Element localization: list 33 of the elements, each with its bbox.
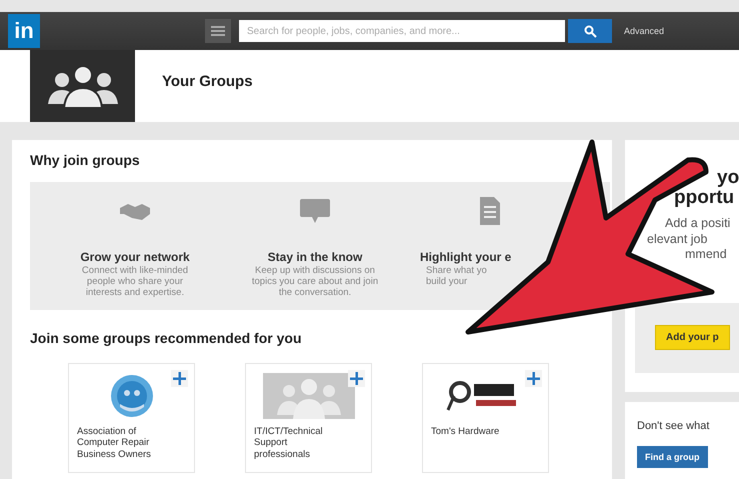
add-icon[interactable] <box>171 370 188 387</box>
menu-icon[interactable] <box>205 19 231 43</box>
section-title: Join some groups recommended for you <box>30 330 302 346</box>
group-card[interactable]: Association of Computer Repair Business Owners <box>68 363 195 473</box>
page-title: Your Groups <box>162 72 253 90</box>
prompt-text: Don't see what <box>637 420 710 432</box>
benefit-title: Stay in the know <box>268 250 362 264</box>
benefit-title: Grow your network <box>80 250 190 264</box>
search-button[interactable] <box>568 19 612 43</box>
group-card[interactable]: Tom's Hardware <box>422 363 549 473</box>
search-icon <box>584 24 596 38</box>
sidebar-heading: yo pportu <box>673 168 739 208</box>
people-icon <box>262 373 354 419</box>
group-card[interactable]: IT/ICT/Technical Support professionals <box>245 363 372 473</box>
advanced-link[interactable]: Advanced <box>624 26 664 36</box>
add-icon[interactable] <box>348 370 365 387</box>
checklist-icon <box>480 196 500 226</box>
benefit-title: Highlight your e <box>420 250 512 264</box>
benefit-description: Keep up with discussions on topics you care about and join the conversation. <box>252 266 378 299</box>
badge-logo-icon <box>110 374 154 418</box>
add-position-button[interactable]: Add your p <box>655 325 730 350</box>
group-name[interactable]: Tom's Hardware <box>431 426 540 438</box>
benefit-description: Share what yo build your <box>426 266 487 288</box>
search-field[interactable]: Search for people, jobs, companies, and more... <box>239 20 565 42</box>
group-name[interactable]: IT/ICT/Technical Support professionals <box>254 426 363 460</box>
section-title: Why join groups <box>30 152 141 168</box>
sidebar-text: Add a positi elevant job mmend <box>646 216 732 263</box>
add-icon[interactable] <box>525 370 542 387</box>
people-icon <box>48 64 118 108</box>
find-group-button[interactable]: Find a group <box>637 446 708 468</box>
logo[interactable]: in <box>8 14 40 48</box>
group-name[interactable]: Association of Computer Repair Business Owners <box>77 426 186 460</box>
benefit-description: Connect with like-minded people who share your interests and expertise. <box>82 266 188 299</box>
